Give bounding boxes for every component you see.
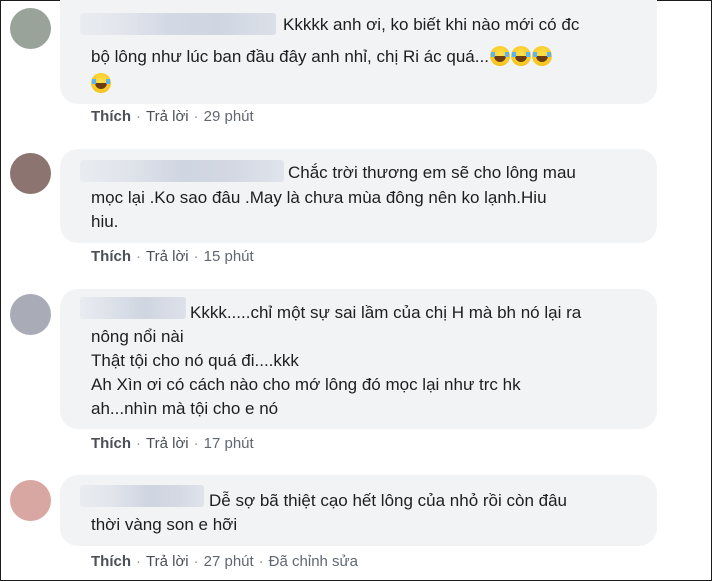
blurred-author-name[interactable] xyxy=(80,297,186,319)
comment-text: Chắc trời thương em sẽ cho lông mau xyxy=(288,163,576,182)
comment-text: hiu. xyxy=(91,212,119,231)
separator-dot: · xyxy=(193,108,199,125)
like-link[interactable]: Thích xyxy=(91,248,131,265)
like-link[interactable]: Thích xyxy=(91,553,131,570)
separator-dot: · xyxy=(258,553,264,570)
timestamp[interactable]: 27 phút xyxy=(204,553,254,570)
edited-label[interactable]: Đã chỉnh sửa xyxy=(269,553,358,570)
separator-dot: · xyxy=(136,108,141,125)
comment-actions: Thích · Trả lời · 29 phút xyxy=(91,108,254,125)
reply-link[interactable]: Trả lời xyxy=(146,248,189,265)
separator-dot: · xyxy=(136,248,141,265)
like-link[interactable]: Thích xyxy=(91,108,131,125)
blurred-author-name[interactable] xyxy=(80,485,204,507)
laughing-tears-icon xyxy=(91,73,111,93)
comment-actions: Thích · Trả lời · 17 phút xyxy=(91,435,254,452)
comment-text: Kkkk.....chỉ một sự sai lầm của chị H mà… xyxy=(190,303,582,322)
comment-text: thời vàng son e hỡi xyxy=(91,515,238,534)
reply-link[interactable]: Trả lời xyxy=(146,435,189,452)
comment-text: Thật tội cho nó quá đi....kkk xyxy=(91,351,299,370)
separator-dot: · xyxy=(193,435,199,452)
comment-actions: Thích · Trả lời · 27 phút · Đã chỉnh sửa xyxy=(91,553,358,570)
comment-text: bộ lông như lúc ban đầu đây anh nhỉ, chị… xyxy=(91,45,552,68)
like-link[interactable]: Thích xyxy=(91,435,131,452)
comment-text: ah...nhìn mà tội cho e nó xyxy=(91,399,279,418)
timestamp[interactable]: 29 phút xyxy=(204,108,254,125)
laughing-tears-icon xyxy=(531,46,552,66)
comment-text: nông nổi nài xyxy=(91,327,184,346)
separator-dot: · xyxy=(193,553,199,570)
comment-text: Ah Xìn ơi có cách nào cho mớ lông đó mọc… xyxy=(91,375,521,394)
comment-text xyxy=(91,72,111,95)
separator-dot: · xyxy=(136,553,141,570)
laughing-tears-icon xyxy=(489,46,510,66)
separator-dot: · xyxy=(136,435,141,452)
separator-dot: · xyxy=(193,248,199,265)
timestamp[interactable]: 15 phút xyxy=(204,248,254,265)
comment-text: Dễ sợ bã thiệt cạo hết lông của nhỏ rồi … xyxy=(209,491,567,510)
avatar[interactable] xyxy=(10,480,51,521)
blurred-author-name[interactable] xyxy=(80,160,284,182)
avatar[interactable] xyxy=(10,8,51,49)
comment-text: mọc lại .Ko sao đâu .May là chưa mùa đôn… xyxy=(91,188,547,207)
comment-text: Kkkkk anh ơi, ko biết khi nào mới có đc xyxy=(283,15,580,34)
comment-actions: Thích · Trả lời · 15 phút xyxy=(91,248,254,265)
reply-link[interactable]: Trả lời xyxy=(146,108,189,125)
timestamp[interactable]: 17 phút xyxy=(204,435,254,452)
blurred-author-name[interactable] xyxy=(80,13,276,35)
avatar[interactable] xyxy=(10,153,51,194)
reply-link[interactable]: Trả lời xyxy=(146,553,189,570)
avatar[interactable] xyxy=(10,294,51,335)
laughing-tears-icon xyxy=(510,46,531,66)
